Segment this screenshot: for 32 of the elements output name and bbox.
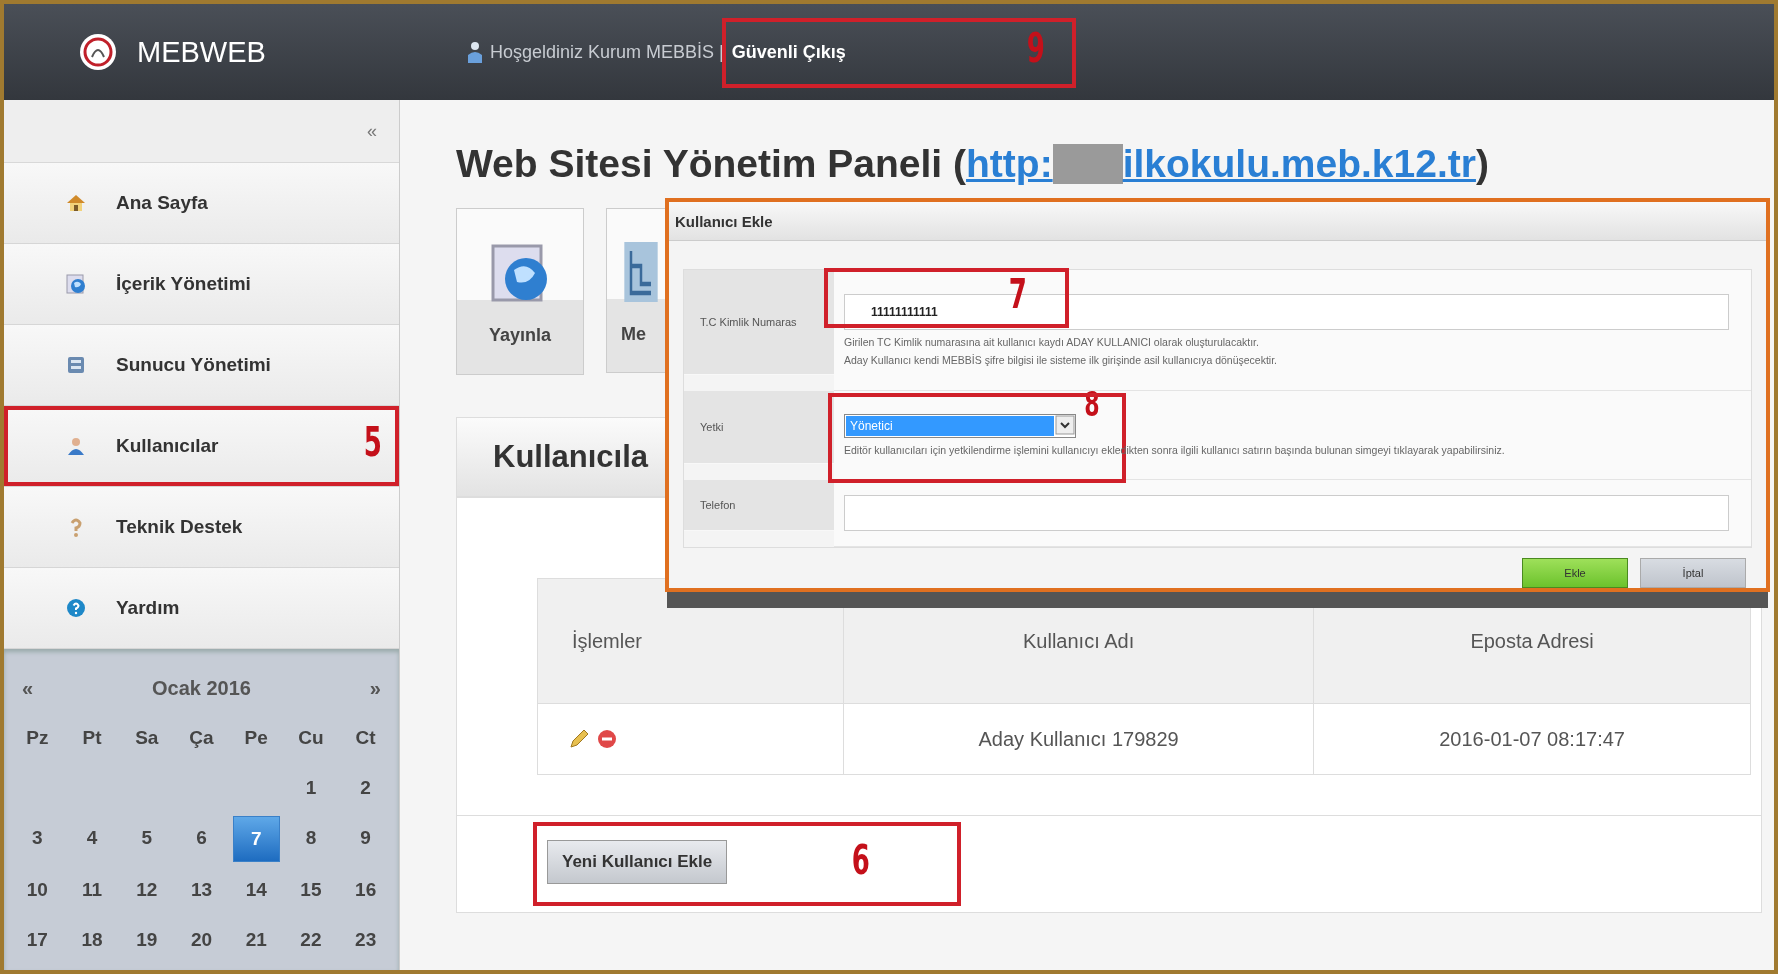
panel-title: Kullanıcıla [493,439,649,475]
weekday-label: Ct [354,726,377,750]
page-title: Web Sitesi Yönetim Paneli ( [456,142,967,186]
table-cell: 2016-01-07 08:17:47 [1313,703,1751,775]
tile-label: Yayınla [488,325,551,346]
welcome-text: Hoşgeldiniz Kurum MEBBİS | [490,41,724,63]
sidebar-label: Yardım [116,597,180,619]
annotation-number: 6 [851,840,870,880]
weekday-label: Pz [25,726,50,750]
hint-text: Girilen TC Kimlik numarasına ait kullanıcı kaydı ADAY KULLANICI olarak oluşturulacaktır. [844,336,1260,348]
weekday-label: Pt [81,726,103,750]
page-title: ) [1475,142,1489,186]
annotation-number: 9 [1026,27,1045,68]
weekday-label: Pe [243,726,269,750]
month-label: Ocak 2016 [152,676,251,700]
weekday-label: Sa [134,726,160,750]
sidebar-label: Ana Sayfa [116,192,208,214]
field-label: Telefon [700,499,736,511]
weekday-label: Cu [297,726,325,750]
logo-text: MEBWEB [137,35,266,69]
sidebar-label: İçerik Yönetimi [116,273,251,295]
sidebar-label: Teknik Destek [116,516,243,538]
annotation-number: 5 [364,422,383,462]
field-label: T.C Kimlik Numaras [700,316,797,328]
dialog-title: Kullanıcı Ekle [675,212,773,230]
hint-text: Aday Kullanıcı kendi MEBBİS şifre bilgisi ile sisteme ilk girişinde asil kullanıcıya dönüşecektir. [844,354,1279,366]
table-cell: Aday Kullanıcı 179829 [843,703,1314,775]
field-label: Yetki [700,421,724,433]
weekday-label: Ça [188,726,215,750]
sidebar-label: Sunucu Yönetimi [116,354,271,376]
tile-label: Me [621,324,646,345]
sidebar-label: Kullanıcılar [116,435,219,457]
